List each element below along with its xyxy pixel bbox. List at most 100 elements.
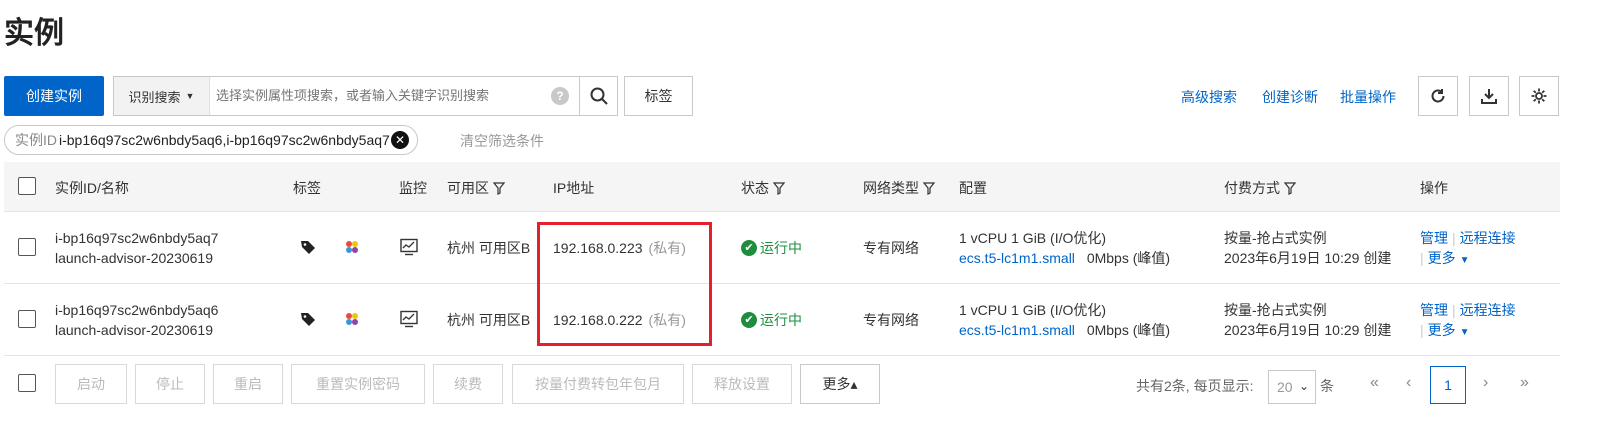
- config-spec: 1 vCPU 1 GiB (I/O优化): [959, 230, 1107, 246]
- more-button[interactable]: 更多▴: [800, 364, 880, 404]
- table-row: i-bp16q97sc2w6nbdy5aq6 launch-advisor-20…: [4, 284, 1560, 356]
- search-button[interactable]: [579, 77, 617, 115]
- row-checkbox[interactable]: [18, 310, 36, 328]
- column-header-billing-label: 付费方式: [1224, 180, 1280, 196]
- table-header: 实例ID/名称 标签 监控 可用区 IP地址 状态 网络类型 配置 付费方式 操…: [4, 162, 1560, 212]
- renew-button[interactable]: 续费: [433, 364, 503, 404]
- more-link[interactable]: 更多: [1428, 250, 1456, 266]
- filter-icon[interactable]: [923, 182, 935, 195]
- switch-billing-button[interactable]: 按量付费转包年包月: [512, 364, 684, 404]
- more-link[interactable]: 更多: [1428, 322, 1456, 338]
- start-button[interactable]: 启动: [55, 364, 127, 404]
- clear-filter-link[interactable]: 清空筛选条件: [460, 131, 544, 151]
- column-header-id: 实例ID/名称: [55, 180, 129, 196]
- column-header-monitor: 监控: [399, 180, 427, 196]
- column-header-zone: 可用区: [447, 178, 505, 198]
- row-checkbox[interactable]: [18, 238, 36, 256]
- pinwheel-icon[interactable]: [344, 239, 360, 255]
- filter-icon[interactable]: [1284, 182, 1296, 195]
- bulk-action-bar: 启动 停止 重启 重置实例密码 续费 按量付费转包年包月 释放设置 更多▴ 共有…: [4, 364, 1560, 406]
- more-actions[interactable]: | 更多 ▼: [1420, 248, 1470, 271]
- gear-icon: [1531, 88, 1547, 104]
- billing-method: 按量-抢占式实例: [1224, 302, 1327, 318]
- stop-button[interactable]: 停止: [135, 364, 205, 404]
- help-icon[interactable]: ?: [551, 87, 569, 105]
- next-page-icon[interactable]: ›: [1483, 374, 1488, 392]
- instance-id-link[interactable]: i-bp16q97sc2w6nbdy5aq6: [55, 300, 218, 320]
- download-icon: [1481, 89, 1497, 104]
- reset-password-button[interactable]: 重置实例密码: [291, 364, 425, 404]
- search-icon: [590, 87, 608, 105]
- manage-link[interactable]: 管理: [1420, 302, 1448, 318]
- create-instance-button[interactable]: 创建实例: [4, 76, 104, 116]
- download-button[interactable]: [1469, 76, 1509, 116]
- zone: 杭州 可用区B: [447, 240, 531, 256]
- create-diagnosis-link[interactable]: 创建诊断: [1262, 87, 1318, 107]
- config-spec: 1 vCPU 1 GiB (I/O优化): [959, 302, 1107, 318]
- status-badge: ✔ 运行中: [741, 238, 802, 258]
- close-icon[interactable]: ✕: [391, 131, 409, 149]
- monitor-icon[interactable]: [400, 238, 418, 256]
- release-settings-button[interactable]: 释放设置: [692, 364, 792, 404]
- page-title: 实例: [4, 16, 64, 51]
- column-header-network-label: 网络类型: [863, 180, 919, 196]
- chevron-down-icon: ⌄: [1298, 379, 1309, 393]
- tag-icon[interactable]: [300, 311, 316, 327]
- column-header-billing: 付费方式: [1224, 178, 1296, 198]
- column-header-actions: 操作: [1420, 180, 1448, 196]
- status-badge: ✔ 运行中: [741, 310, 802, 330]
- ip-highlight-box: [537, 222, 712, 346]
- more-actions[interactable]: | 更多 ▼: [1420, 320, 1470, 343]
- row-actions: 管理 | 远程连接: [1420, 228, 1516, 248]
- tag-icon[interactable]: [300, 239, 316, 255]
- bandwidth: 0Mbps (峰值): [1086, 322, 1171, 338]
- page-size-select[interactable]: 20 ⌄: [1268, 370, 1316, 404]
- advanced-search-link[interactable]: 高级搜索: [1181, 87, 1237, 107]
- refresh-button[interactable]: [1418, 76, 1458, 116]
- config-line2: ecs.t5-lc1m1.small 0Mbps (峰值): [959, 248, 1170, 268]
- search-box: 识别搜索 ▼ ?: [113, 76, 618, 116]
- remote-connect-link[interactable]: 远程连接: [1460, 230, 1516, 246]
- divider: |: [1452, 302, 1456, 318]
- table-row: i-bp16q97sc2w6nbdy5aq7 launch-advisor-20…: [4, 212, 1560, 284]
- instance-type-link[interactable]: ecs.t5-lc1m1.small: [959, 322, 1075, 338]
- check-circle-icon: ✔: [741, 240, 757, 256]
- instance-name: launch-advisor-20230619: [55, 322, 213, 338]
- page-size-value: 20: [1277, 379, 1293, 395]
- instance-type-link[interactable]: ecs.t5-lc1m1.small: [959, 250, 1075, 266]
- column-header-ip: IP地址: [553, 180, 595, 196]
- divider: |: [1452, 230, 1456, 246]
- zone: 杭州 可用区B: [447, 312, 531, 328]
- bandwidth: 0Mbps (峰值): [1086, 250, 1171, 266]
- search-mode-dropdown[interactable]: 识别搜索 ▼: [114, 77, 210, 115]
- last-page-icon[interactable]: »: [1520, 374, 1529, 392]
- settings-button[interactable]: [1519, 76, 1559, 116]
- select-all-checkbox[interactable]: [18, 374, 36, 392]
- first-page-icon[interactable]: «: [1370, 374, 1379, 392]
- select-all-checkbox[interactable]: [18, 177, 36, 195]
- prev-page-icon[interactable]: ‹: [1406, 374, 1411, 392]
- network-type: 专有网络: [863, 240, 919, 256]
- page-number-current[interactable]: 1: [1430, 366, 1466, 404]
- pinwheel-icon[interactable]: [344, 311, 360, 327]
- status-text: 运行中: [760, 240, 802, 256]
- refresh-icon: [1431, 89, 1445, 103]
- monitor-icon[interactable]: [400, 310, 418, 328]
- instance-id-link[interactable]: i-bp16q97sc2w6nbdy5aq7: [55, 228, 218, 248]
- filter-icon[interactable]: [493, 182, 505, 195]
- created-time: 2023年6月19日 10:29 创建: [1224, 322, 1392, 338]
- caret-down-icon: ▼: [1459, 327, 1470, 338]
- column-header-status-label: 状态: [741, 180, 769, 196]
- billing-method: 按量-抢占式实例: [1224, 230, 1327, 246]
- search-input[interactable]: [210, 77, 551, 115]
- filter-value: i-bp16q97sc2w6nbdy5aq6,i-bp16q97sc2w6nbd…: [59, 132, 390, 148]
- tag-filter-button[interactable]: 标签: [624, 76, 693, 116]
- manage-link[interactable]: 管理: [1420, 230, 1448, 246]
- restart-button[interactable]: 重启: [213, 364, 283, 404]
- remote-connect-link[interactable]: 远程连接: [1460, 302, 1516, 318]
- column-header-config: 配置: [959, 180, 987, 196]
- batch-operation-link[interactable]: 批量操作: [1340, 87, 1396, 107]
- column-header-tags: 标签: [293, 180, 321, 196]
- filter-icon[interactable]: [773, 182, 785, 195]
- column-header-network: 网络类型: [863, 178, 935, 198]
